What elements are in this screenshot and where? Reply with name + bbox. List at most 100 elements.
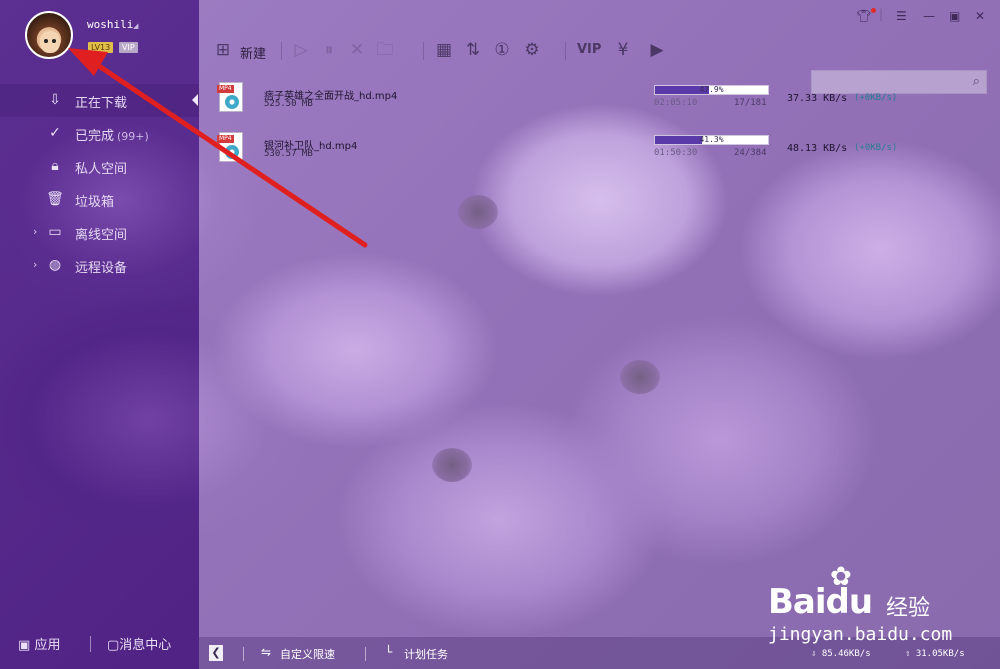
- coin-clock-icon[interactable]: ¥: [611, 38, 635, 62]
- divider: [243, 647, 244, 661]
- total-upload-speed-value: 31.05KB/s: [915, 649, 965, 659]
- grid-view-icon[interactable]: ▦: [432, 38, 456, 62]
- expand-chevron-icon[interactable]: ›: [33, 258, 37, 271]
- completed-count: (99+): [117, 130, 149, 143]
- divider: [365, 647, 366, 661]
- scheduled-task-icon[interactable]: └: [385, 645, 392, 659]
- new-task-icon[interactable]: ⊞: [211, 38, 235, 62]
- sidebar-item-trash[interactable]: 🗑︎ 垃圾箱: [0, 183, 199, 216]
- toolbar: ⊞ 新建 ▷ ⏸︎ ✕ 🗀︎ ▦ ⇅ ① ⚙ VIP ¥ ▶ ⌕: [199, 34, 1000, 94]
- avatar-face: [40, 31, 60, 53]
- apps-icon: ▣: [18, 638, 31, 653]
- user-menu-caret-icon[interactable]: ◢: [133, 22, 138, 30]
- apps-label: 应用: [34, 638, 61, 653]
- expand-chevron-icon[interactable]: ›: [33, 225, 37, 238]
- message-center-label: 消息中心: [119, 638, 172, 653]
- remote-device-icon: ◍: [48, 257, 62, 273]
- sidebar: woshili ◢ LV13 VIP ⇩ 正在下载 ✓ 已完成 (99+) 🔒︎ …: [0, 0, 199, 669]
- sidebar-nav: ⇩ 正在下载 ✓ 已完成 (99+) 🔒︎ 私人空间 🗑︎ 垃圾箱 › ▭ 离线空…: [0, 84, 199, 282]
- task-elapsed-time: 01:50:30: [654, 148, 698, 158]
- delete-icon[interactable]: ✕: [345, 38, 369, 62]
- avatar-eye: [52, 39, 56, 43]
- sidebar-item-label: 离线空间: [75, 228, 128, 243]
- trash-icon: 🗑︎: [46, 191, 64, 207]
- task-pieces: 24/384: [734, 148, 767, 158]
- task-accel-speed: (+0KB/s): [854, 143, 898, 153]
- sidebar-footer: ▣ 应用 ▢消息中心: [0, 626, 199, 662]
- baidu-watermark: ✿ Baidu 经验 jingyan.baidu.com: [768, 560, 988, 650]
- check-circle-icon: ✓: [49, 125, 61, 141]
- sidebar-item-label: 已完成 (99+): [75, 125, 149, 144]
- total-download-speed-value: 85.46KB/s: [821, 649, 871, 659]
- mp4-file-icon: MP4: [217, 82, 243, 112]
- vip-badge[interactable]: VIP: [119, 42, 138, 53]
- menu-icon[interactable]: ☰: [896, 9, 907, 23]
- task-size: 530.57 MB: [264, 149, 313, 159]
- user-avatar[interactable]: [25, 11, 73, 59]
- message-icon: ▢: [107, 638, 120, 653]
- speed-limit-button[interactable]: 自定义限速: [280, 646, 335, 662]
- task-speed: 48.13 KB/s: [787, 143, 848, 154]
- speed-limit-icon[interactable]: ⇋: [261, 645, 271, 659]
- sidebar-item-label: 垃圾箱: [75, 195, 115, 210]
- pause-icon[interactable]: ⏸︎: [317, 38, 341, 62]
- sidebar-item-label: 正在下载: [75, 96, 128, 111]
- sidebar-item-completed[interactable]: ✓ 已完成 (99+): [0, 117, 199, 150]
- download-task-row[interactable]: MP4 银河补卫队_hd.mp4 530.57 MB 41.3% 01:50:3…: [199, 126, 1000, 176]
- task-progress-text: 47.9%: [699, 85, 724, 94]
- xunlei-window: woshili ◢ LV13 VIP ⇩ 正在下载 ✓ 已完成 (99+) 🔒︎ …: [0, 0, 1000, 669]
- new-task-button[interactable]: 新建: [240, 43, 266, 62]
- selection-caret: [192, 94, 198, 106]
- open-folder-icon[interactable]: 🗀︎: [373, 38, 397, 62]
- sidebar-item-private-space[interactable]: 🔒︎ 私人空间: [0, 150, 199, 183]
- apps-button[interactable]: ▣ 应用: [18, 634, 60, 653]
- task-progress-bar: 41.3%: [654, 135, 769, 145]
- level-badge: LV13: [88, 42, 114, 53]
- sidebar-item-label-text: 已完成: [75, 129, 115, 144]
- avatar-eye: [44, 39, 48, 43]
- one-click-icon[interactable]: ①: [490, 38, 514, 62]
- maximize-icon[interactable]: ▣: [949, 9, 960, 23]
- divider: [423, 42, 424, 60]
- video-play-icon[interactable]: ▶: [645, 38, 669, 62]
- sidebar-item-remote-devices[interactable]: › ◍ 远程设备: [0, 249, 199, 282]
- notification-dot: [871, 8, 876, 13]
- sidebar-item-label: 远程设备: [75, 261, 128, 276]
- start-icon[interactable]: ▷: [289, 38, 313, 62]
- task-size: 525.50 MB: [264, 99, 313, 109]
- divider: [565, 42, 566, 60]
- watermark-url: jingyan.baidu.com: [768, 624, 953, 645]
- watermark-brand: Baidu: [768, 582, 873, 622]
- total-upload-speed: ⇧ 31.05KB/s: [905, 649, 965, 659]
- task-progress-bar: 47.9%: [654, 85, 769, 95]
- acceleration-gear-icon[interactable]: ⚙: [520, 38, 544, 62]
- total-download-speed: ⇩ 85.46KB/s: [811, 649, 871, 659]
- task-accel-speed: (+0KB/s): [854, 93, 898, 103]
- username[interactable]: woshili: [87, 18, 133, 31]
- cloud-monitor-icon: ▭: [48, 224, 62, 240]
- close-icon[interactable]: ✕: [975, 9, 985, 23]
- lock-icon: 🔒︎: [51, 158, 59, 174]
- collapse-sidebar-button[interactable]: ❮: [209, 645, 223, 661]
- task-elapsed-time: 02:05:10: [654, 98, 698, 108]
- divider: [281, 42, 282, 60]
- download-arrow-icon: ⇩: [49, 92, 61, 108]
- vip-icon[interactable]: VIP: [577, 38, 601, 62]
- sidebar-item-offline-space[interactable]: › ▭ 离线空间: [0, 216, 199, 249]
- title-bar: 👕︎ | ☰ — ▣ ✕: [199, 0, 1000, 30]
- divider: [90, 636, 91, 652]
- sidebar-item-downloading[interactable]: ⇩ 正在下载: [0, 84, 199, 117]
- sidebar-item-label: 私人空间: [75, 162, 128, 177]
- mp4-file-icon: MP4: [217, 132, 243, 162]
- task-speed: 37.33 KB/s: [787, 93, 848, 104]
- message-center-button[interactable]: ▢消息中心: [107, 634, 171, 653]
- divider: |: [879, 7, 884, 21]
- minimize-icon[interactable]: —: [923, 9, 935, 23]
- skin-shirt-icon[interactable]: 👕︎: [856, 9, 871, 23]
- task-progress-text: 41.3%: [699, 135, 724, 144]
- task-pieces: 17/181: [734, 98, 767, 108]
- download-task-row[interactable]: MP4 痞子英雄之全面开战_hd.mp4 525.50 MB 47.9% 02:…: [199, 76, 1000, 126]
- sort-icon[interactable]: ⇅: [461, 38, 485, 62]
- watermark-cn: 经验: [886, 596, 931, 621]
- scheduled-task-button[interactable]: 计划任务: [404, 646, 448, 662]
